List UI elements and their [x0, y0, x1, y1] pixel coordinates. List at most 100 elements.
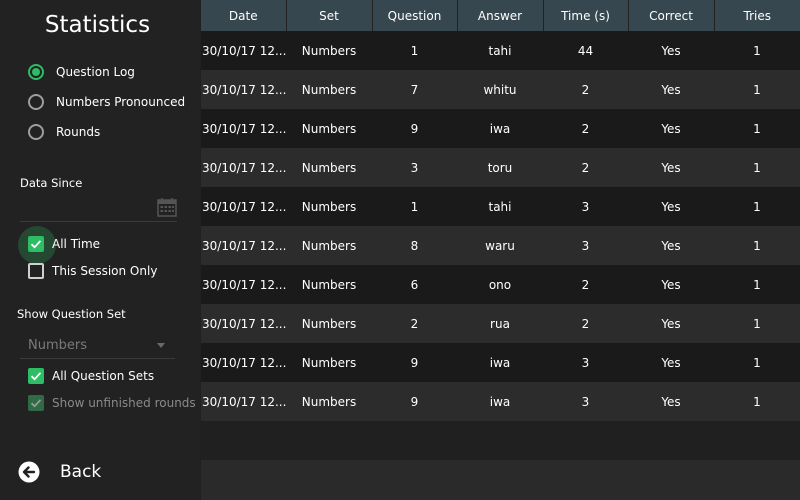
column-header-set[interactable]: Set	[286, 0, 373, 31]
dropdown-value: Numbers	[28, 337, 87, 353]
cell-question: 7	[372, 70, 457, 109]
table-row[interactable]: 30/10/17 12... Numbers 6 ono 2 Yes 1	[201, 265, 800, 304]
cell-date: 30/10/17 12...	[201, 382, 286, 421]
cell-correct: Yes	[628, 187, 714, 226]
sidebar: Statistics Question Log Numbers Pronounc…	[0, 0, 200, 500]
table-row[interactable]: 30/10/17 12... Numbers 1 tahi 44 Yes 1	[201, 31, 800, 70]
back-label: Back	[60, 462, 102, 482]
checkbox-label: Show unfinished rounds	[52, 396, 196, 410]
checkbox-all-question-sets[interactable]: All Question Sets	[28, 366, 154, 386]
cell-tries: 1	[714, 265, 800, 304]
cell-answer: tahi	[457, 187, 543, 226]
cell-date: 30/10/17 12...	[201, 31, 286, 70]
cell-question: 9	[372, 109, 457, 148]
cell-date: 30/10/17 12...	[201, 226, 286, 265]
chevron-down-icon	[157, 342, 165, 348]
cell-answer: waru	[457, 226, 543, 265]
cell-answer: iwa	[457, 382, 543, 421]
checkbox-show-unfinished-rounds[interactable]: Show unfinished rounds	[28, 393, 196, 413]
cell-question: 9	[372, 382, 457, 421]
checkbox-this-session-only[interactable]: This Session Only	[28, 261, 157, 281]
table-row[interactable]: 30/10/17 12... Numbers 9 iwa 2 Yes 1	[201, 109, 800, 148]
check-icon	[30, 372, 42, 381]
table-empty-space	[201, 422, 800, 460]
radio-label: Numbers Pronounced	[56, 95, 186, 109]
calendar-icon[interactable]	[157, 197, 177, 217]
radio-button[interactable]	[28, 124, 44, 140]
cell-question: 9	[372, 343, 457, 382]
checkbox-checked[interactable]	[28, 368, 44, 384]
cell-time: 2	[543, 109, 628, 148]
column-header-tries[interactable]: Tries	[714, 0, 800, 31]
cell-answer: iwa	[457, 109, 543, 148]
cell-time: 3	[543, 226, 628, 265]
column-header-answer[interactable]: Answer	[457, 0, 544, 31]
cell-set: Numbers	[286, 382, 372, 421]
cell-date: 30/10/17 12...	[201, 304, 286, 343]
cell-tries: 1	[714, 148, 800, 187]
cell-correct: Yes	[628, 304, 714, 343]
question-set-dropdown[interactable]: Numbers	[20, 332, 175, 359]
question-log-table-area: Date Set Question Answer Time (s) Correc…	[201, 0, 800, 500]
table-row[interactable]: 30/10/17 12... Numbers 3 toru 2 Yes 1	[201, 148, 800, 187]
cell-set: Numbers	[286, 304, 372, 343]
table-row[interactable]: 30/10/17 12... Numbers 1 tahi 3 Yes 1	[201, 187, 800, 226]
question-log-table: Date Set Question Answer Time (s) Correc…	[201, 0, 800, 421]
radio-label: Rounds	[56, 125, 101, 139]
cell-date: 30/10/17 12...	[201, 109, 286, 148]
cell-tries: 1	[714, 382, 800, 421]
check-icon	[30, 399, 42, 408]
cell-answer: iwa	[457, 343, 543, 382]
cell-tries: 1	[714, 70, 800, 109]
column-header-question[interactable]: Question	[372, 0, 458, 31]
back-arrow-icon	[18, 461, 40, 483]
cell-question: 3	[372, 148, 457, 187]
table-row[interactable]: 30/10/17 12... Numbers 9 iwa 3 Yes 1	[201, 382, 800, 421]
cell-tries: 1	[714, 109, 800, 148]
cell-tries: 1	[714, 187, 800, 226]
checkbox-checked[interactable]	[28, 236, 44, 252]
checkbox-label: This Session Only	[52, 264, 158, 278]
radio-button[interactable]	[28, 94, 44, 110]
cell-answer: ono	[457, 265, 543, 304]
radio-button-selected[interactable]	[28, 64, 44, 80]
cell-question: 2	[372, 304, 457, 343]
table-row[interactable]: 30/10/17 12... Numbers 9 iwa 3 Yes 1	[201, 343, 800, 382]
back-button[interactable]: Back	[18, 458, 101, 486]
column-header-time[interactable]: Time (s)	[543, 0, 629, 31]
column-header-correct[interactable]: Correct	[628, 0, 715, 31]
cell-answer: toru	[457, 148, 543, 187]
checkbox-all-time[interactable]: All Time	[28, 234, 100, 254]
table-row[interactable]: 30/10/17 12... Numbers 2 rua 2 Yes 1	[201, 304, 800, 343]
table-row[interactable]: 30/10/17 12... Numbers 8 waru 3 Yes 1	[201, 226, 800, 265]
cell-date: 30/10/17 12...	[201, 148, 286, 187]
cell-set: Numbers	[286, 31, 372, 70]
cell-answer: whitu	[457, 70, 543, 109]
radio-numbers-pronounced[interactable]: Numbers Pronounced	[28, 92, 185, 112]
cell-date: 30/10/17 12...	[201, 70, 286, 109]
cell-correct: Yes	[628, 343, 714, 382]
cell-time: 3	[543, 187, 628, 226]
check-icon	[30, 240, 42, 249]
cell-question: 1	[372, 187, 457, 226]
cell-time: 3	[543, 382, 628, 421]
show-question-set-label: Show Question Set	[17, 307, 126, 321]
radio-question-log[interactable]: Question Log	[28, 62, 135, 82]
radio-label: Question Log	[56, 65, 135, 79]
table-row[interactable]: 30/10/17 12... Numbers 7 whitu 2 Yes 1	[201, 70, 800, 109]
table-header-row: Date Set Question Answer Time (s) Correc…	[201, 0, 800, 31]
cell-correct: Yes	[628, 148, 714, 187]
cell-question: 1	[372, 31, 457, 70]
cell-tries: 1	[714, 343, 800, 382]
column-header-date[interactable]: Date	[201, 0, 287, 31]
cell-set: Numbers	[286, 226, 372, 265]
checkbox-label: All Question Sets	[52, 369, 155, 383]
checkbox-unchecked[interactable]	[28, 263, 44, 279]
cell-correct: Yes	[628, 265, 714, 304]
date-field[interactable]	[20, 195, 177, 222]
checkbox-checked-disabled[interactable]	[28, 395, 44, 411]
page-title: Statistics	[44, 12, 151, 38]
cell-answer: rua	[457, 304, 543, 343]
radio-rounds[interactable]: Rounds	[28, 122, 100, 142]
cell-set: Numbers	[286, 70, 372, 109]
